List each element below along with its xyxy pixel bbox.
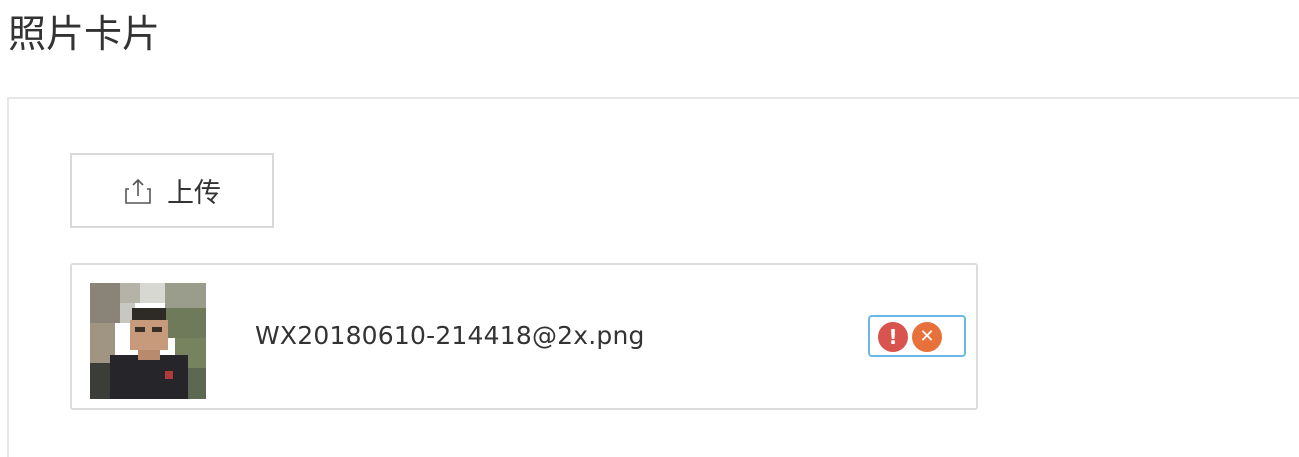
upload-label: 上传 — [167, 178, 221, 209]
file-list-item: WX20180610-214418@2x.png ! ✕ — [70, 263, 978, 410]
photo-thumbnail — [90, 283, 206, 399]
file-actions: ! ✕ — [868, 315, 966, 357]
file-name: WX20180610-214418@2x.png — [255, 321, 645, 350]
error-icon: ! — [878, 322, 908, 352]
page-title: 照片卡片 — [8, 12, 161, 56]
close-icon[interactable]: ✕ — [912, 322, 942, 352]
upload-button[interactable]: 上传 — [70, 153, 274, 228]
upload-icon — [123, 177, 153, 205]
